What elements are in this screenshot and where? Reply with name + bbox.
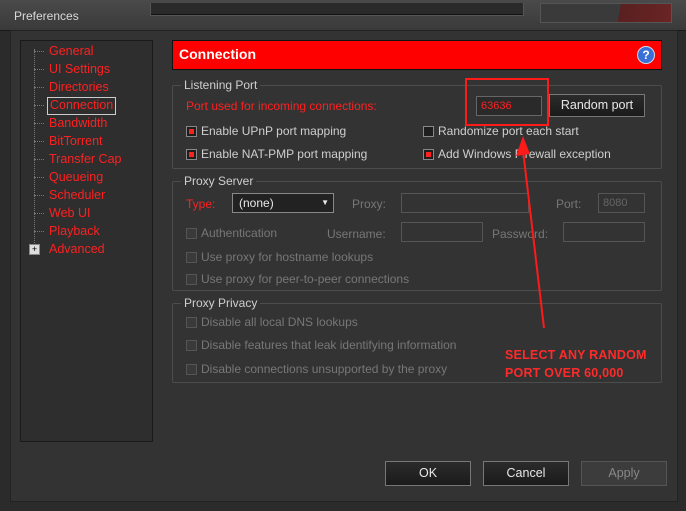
sidebar-item-directories[interactable]: Directories	[47, 79, 111, 95]
tree-branch	[34, 123, 44, 124]
sidebar-item-bittorrent[interactable]: BitTorrent	[47, 133, 105, 149]
apply-button[interactable]: Apply	[581, 461, 667, 486]
sidebar-item-scheduler[interactable]: Scheduler	[47, 187, 107, 203]
proxy-input[interactable]	[401, 193, 529, 213]
authentication-checkbox[interactable]	[186, 228, 197, 239]
tree-branch	[34, 69, 44, 70]
cancel-button[interactable]: Cancel	[483, 461, 569, 486]
p2p-proxy-label: Use proxy for peer-to-peer connections	[201, 272, 410, 286]
annotation-text: SELECT ANY RANDOM PORT OVER 60,000	[505, 346, 647, 382]
sidebar-item-playback[interactable]: Playback	[47, 223, 102, 239]
annotation-highlight-box	[465, 78, 549, 126]
p2p-proxy-checkbox[interactable]	[186, 274, 197, 285]
random-port-button[interactable]: Random port	[549, 94, 645, 117]
natpmp-label: Enable NAT-PMP port mapping	[201, 147, 368, 161]
proxy-port-label: Port:	[556, 197, 582, 211]
title-bar: Preferences	[0, 0, 686, 31]
sidebar-item-web-ui[interactable]: Web UI	[47, 205, 92, 221]
sidebar-tree: General UI Settings Directories Connecti…	[20, 40, 153, 442]
tree-branch	[34, 159, 44, 160]
annotation-line-2: PORT OVER 60,000	[505, 366, 624, 380]
tree-branch	[34, 177, 44, 178]
expand-plus-icon[interactable]: +	[29, 244, 40, 255]
listening-port-group: Listening Port Port used for incoming co…	[172, 78, 662, 169]
proxy-label: Proxy:	[352, 197, 387, 211]
username-label: Username:	[327, 227, 386, 241]
randomize-port-checkbox[interactable]	[423, 126, 434, 137]
sidebar-item-connection[interactable]: Connection	[47, 97, 117, 115]
group-legend: Proxy Server	[181, 174, 257, 188]
proxy-server-group: Proxy Server Type: (none) ▼ Proxy: Port:…	[172, 174, 662, 291]
sidebar-item-general[interactable]: General	[47, 43, 95, 59]
proxy-port-input[interactable]: 8080	[598, 193, 645, 213]
username-input[interactable]	[401, 222, 483, 242]
title-bar-decoration	[150, 3, 524, 16]
password-label: Password:	[492, 227, 549, 241]
panel-header: Connection ?	[172, 40, 662, 70]
randomize-port-label: Randomize port each start	[438, 124, 579, 138]
natpmp-checkbox[interactable]	[186, 149, 197, 160]
firewall-label: Add Windows Firewall exception	[438, 147, 611, 161]
tree-branch	[34, 105, 44, 106]
help-icon[interactable]: ?	[637, 46, 655, 64]
tree-branch	[34, 141, 44, 142]
sidebar-item-queueing[interactable]: Queueing	[47, 169, 105, 185]
leak-features-checkbox[interactable]	[186, 340, 197, 351]
sidebar-item-transfer-cap[interactable]: Transfer Cap	[47, 151, 123, 167]
proxy-type-value: (none)	[239, 196, 274, 210]
hostname-lookups-checkbox[interactable]	[186, 252, 197, 263]
sidebar-item-bandwidth[interactable]: Bandwidth	[47, 115, 109, 131]
dns-lookups-label: Disable all local DNS lookups	[201, 315, 358, 329]
tree-connector	[34, 49, 35, 249]
window-title: Preferences	[14, 9, 79, 23]
tree-branch	[34, 231, 44, 232]
annotation-line-1: SELECT ANY RANDOM	[505, 348, 647, 362]
port-label: Port used for incoming connections:	[186, 99, 377, 113]
tree-branch	[34, 195, 44, 196]
tree-branch	[34, 87, 44, 88]
sidebar-item-advanced[interactable]: Advanced	[47, 241, 107, 257]
tree-branch	[34, 51, 44, 52]
unsupported-connections-checkbox[interactable]	[186, 364, 197, 375]
chevron-down-icon: ▼	[321, 198, 329, 207]
group-legend: Listening Port	[181, 78, 261, 92]
group-legend: Proxy Privacy	[181, 296, 261, 310]
tree-branch	[34, 213, 44, 214]
firewall-checkbox[interactable]	[423, 149, 434, 160]
hostname-lookups-label: Use proxy for hostname lookups	[201, 250, 374, 264]
upnp-label: Enable UPnP port mapping	[201, 124, 347, 138]
dns-lookups-checkbox[interactable]	[186, 317, 197, 328]
title-bar-accent	[540, 3, 672, 23]
upnp-checkbox[interactable]	[186, 126, 197, 137]
proxy-type-select[interactable]: (none) ▼	[232, 193, 334, 213]
authentication-label: Authentication	[201, 226, 278, 240]
leak-features-label: Disable features that leak identifying i…	[201, 338, 457, 352]
sidebar-item-ui-settings[interactable]: UI Settings	[47, 61, 112, 77]
panel-title: Connection	[179, 46, 256, 62]
proxy-type-label: Type:	[186, 197, 216, 211]
unsupported-connections-label: Disable connections unsupported by the p…	[201, 362, 448, 376]
password-input[interactable]	[563, 222, 645, 242]
ok-button[interactable]: OK	[385, 461, 471, 486]
